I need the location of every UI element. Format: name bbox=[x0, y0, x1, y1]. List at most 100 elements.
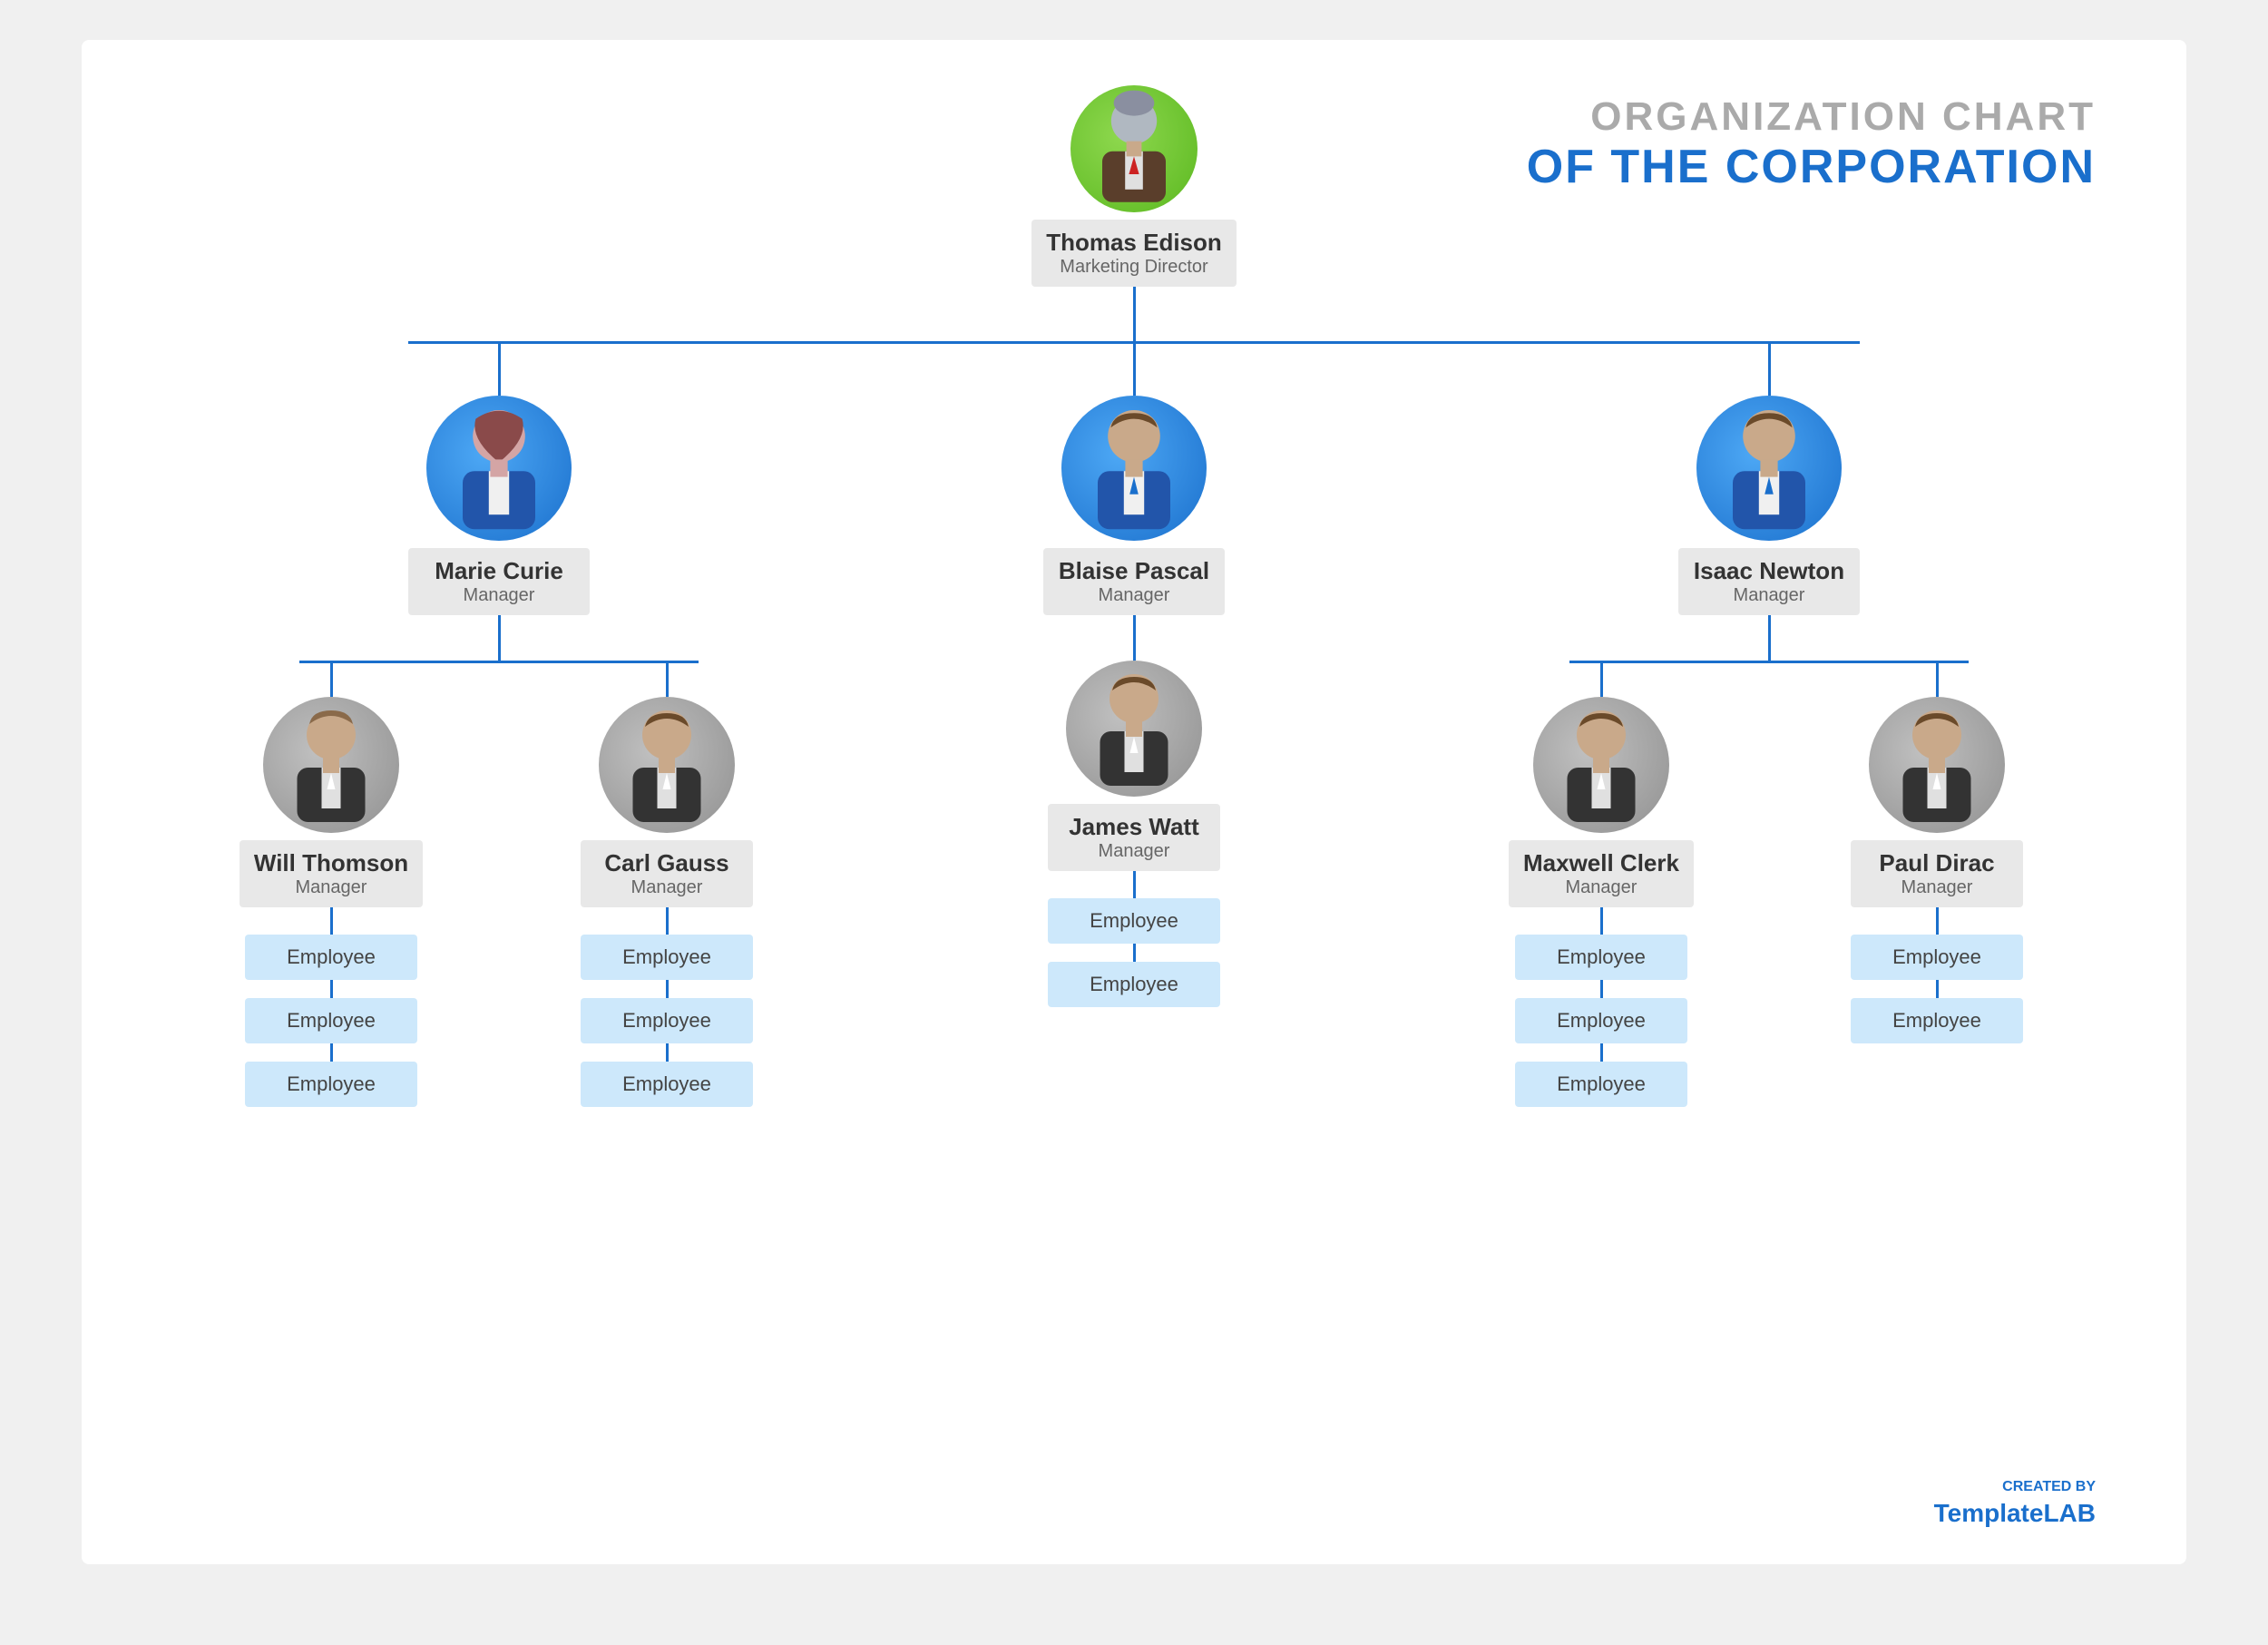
sm3-role: Manager bbox=[1523, 877, 1679, 898]
manager-2-col: Isaac Newton Manager bbox=[1452, 341, 2087, 1107]
sm4-down bbox=[1936, 661, 1939, 697]
sm1-name: Carl Gauss bbox=[595, 849, 738, 877]
sm2-avatar bbox=[1066, 661, 1202, 797]
created-by-label: CREATED BY bbox=[1934, 1479, 2096, 1495]
sm2-name-card: James Watt Manager bbox=[1048, 804, 1220, 871]
manager-2-down bbox=[1768, 341, 1771, 396]
sm2-emp-1: Employee bbox=[1048, 962, 1220, 1007]
managers-row: Marie Curie Manager bbox=[181, 341, 2087, 1107]
sm3-person-icon bbox=[1533, 697, 1669, 833]
sm4-avatar bbox=[1869, 697, 2005, 833]
sm4-emp-down bbox=[1936, 907, 1939, 935]
sm1-name-card: Carl Gauss Manager bbox=[581, 840, 753, 907]
manager-0-name-card: Marie Curie Manager bbox=[408, 548, 590, 615]
sm2-employees: Employee Employee bbox=[1048, 898, 1220, 1007]
sm3-emp-1: Employee bbox=[1515, 998, 1687, 1043]
manager-1-person-icon bbox=[1061, 396, 1207, 541]
sm3-employees: Employee Employee Employee bbox=[1515, 935, 1687, 1107]
org-chart: Thomas Edison Marketing Director bbox=[82, 85, 2186, 1107]
managers-hbar bbox=[408, 341, 1860, 344]
sm0-down bbox=[330, 661, 333, 697]
manager-2-avatar bbox=[1696, 396, 1842, 541]
branding: CREATED BY TemplateLAB bbox=[1934, 1479, 2096, 1528]
sub-manager-0-col: Will Thomson Manager Employee Employee E… bbox=[191, 661, 472, 1107]
sm2-name: James Watt bbox=[1062, 813, 1206, 841]
sub-manager-4-col: Paul Dirac Manager Employee Employee bbox=[1796, 661, 2077, 1043]
sub2-hbar bbox=[1569, 661, 1969, 663]
manager-2-node: Isaac Newton Manager bbox=[1678, 396, 1860, 615]
sm2-person-icon bbox=[1066, 661, 1202, 797]
ceo-role: Marketing Director bbox=[1046, 257, 1222, 278]
m2-sub-down bbox=[1768, 615, 1771, 661]
sm3-name: Maxwell Clerk bbox=[1523, 849, 1679, 877]
sm3-emp-2: Employee bbox=[1515, 1062, 1687, 1107]
sm3-down bbox=[1600, 661, 1603, 697]
sm1-avatar bbox=[599, 697, 735, 833]
manager-0-role: Manager bbox=[423, 585, 575, 606]
sm4-emp-0: Employee bbox=[1851, 935, 2023, 980]
sm2-role: Manager bbox=[1062, 841, 1206, 862]
m1-sub-down bbox=[1133, 615, 1136, 661]
sm0-name: Will Thomson bbox=[254, 849, 408, 877]
manager-0-col: Marie Curie Manager bbox=[181, 341, 816, 1107]
m0-sub-down bbox=[498, 615, 501, 661]
manager-1-name: Blaise Pascal bbox=[1058, 557, 1210, 585]
sm0-person-icon bbox=[263, 697, 399, 833]
ceo-node: Thomas Edison Marketing Director bbox=[1031, 85, 1237, 287]
sm1-emp-1: Employee bbox=[581, 998, 753, 1043]
manager-0-node: Marie Curie Manager bbox=[408, 396, 590, 615]
sm0-emp-0: Employee bbox=[245, 935, 417, 980]
manager-2-name: Isaac Newton bbox=[1693, 557, 1845, 585]
sub-managers-0-row: Will Thomson Manager Employee Employee E… bbox=[191, 661, 807, 1107]
manager-2-role: Manager bbox=[1693, 585, 1845, 606]
sm4-emp-1: Employee bbox=[1851, 998, 2023, 1043]
sm2-emp-0: Employee bbox=[1048, 898, 1220, 944]
sm4-name-card: Paul Dirac Manager bbox=[1851, 840, 2023, 907]
manager-2-name-card: Isaac Newton Manager bbox=[1678, 548, 1860, 615]
manager-1-down bbox=[1133, 341, 1136, 396]
sm3-avatar bbox=[1533, 697, 1669, 833]
manager-0-name: Marie Curie bbox=[423, 557, 575, 585]
sm4-employees: Employee Employee bbox=[1851, 935, 2023, 1043]
sub0-hbar bbox=[299, 661, 699, 663]
ceo-person-icon bbox=[1070, 85, 1198, 212]
sm1-emp-0: Employee bbox=[581, 935, 753, 980]
manager-1-node: Blaise Pascal Manager bbox=[1043, 396, 1225, 615]
sub-manager-2-col: James Watt Manager Employee Employee bbox=[1048, 661, 1220, 1007]
sm4-role: Manager bbox=[1865, 877, 2009, 898]
sm0-emp-down bbox=[330, 907, 333, 935]
sm0-employees: Employee Employee Employee bbox=[245, 935, 417, 1107]
sm0-emp-1: Employee bbox=[245, 998, 417, 1043]
ceo-name-card: Thomas Edison Marketing Director bbox=[1031, 220, 1237, 287]
manager-2-person-icon bbox=[1696, 396, 1842, 541]
sm3-name-card: Maxwell Clerk Manager bbox=[1509, 840, 1694, 907]
sm0-avatar bbox=[263, 697, 399, 833]
manager-1-avatar bbox=[1061, 396, 1207, 541]
sub-manager-3-col: Maxwell Clerk Manager Employee Employee … bbox=[1461, 661, 1742, 1107]
sm4-name: Paul Dirac bbox=[1865, 849, 2009, 877]
page: ORGANIZATION CHART OF THE CORPORATION CR… bbox=[82, 40, 2186, 1564]
sm1-person-icon bbox=[599, 697, 735, 833]
sub-manager-1-col: Carl Gauss Manager Employee Employee Emp… bbox=[526, 661, 807, 1107]
manager-0-down bbox=[498, 341, 501, 396]
ceo-avatar bbox=[1070, 85, 1198, 212]
manager-1-name-card: Blaise Pascal Manager bbox=[1043, 548, 1225, 615]
manager-0-avatar bbox=[426, 396, 572, 541]
sm1-employees: Employee Employee Employee bbox=[581, 935, 753, 1107]
sm1-down bbox=[666, 661, 669, 697]
sm1-role: Manager bbox=[595, 877, 738, 898]
sm0-emp-2: Employee bbox=[245, 1062, 417, 1107]
manager-0-person-icon bbox=[426, 396, 572, 541]
ceo-name: Thomas Edison bbox=[1046, 229, 1222, 257]
manager-1-role: Manager bbox=[1058, 585, 1210, 606]
sm0-name-card: Will Thomson Manager bbox=[240, 840, 423, 907]
ceo-connector-down bbox=[1133, 287, 1136, 341]
sub-managers-2-row: Maxwell Clerk Manager Employee Employee … bbox=[1461, 661, 2077, 1107]
sm4-person-icon bbox=[1869, 697, 2005, 833]
manager-1-col: Blaise Pascal Manager bbox=[816, 341, 1452, 1007]
sm3-emp-down bbox=[1600, 907, 1603, 935]
lab-text: LAB bbox=[2043, 1499, 2096, 1527]
sm1-emp-down bbox=[666, 907, 669, 935]
template-text: Template bbox=[1934, 1499, 2044, 1527]
sm1-emp-2: Employee bbox=[581, 1062, 753, 1107]
